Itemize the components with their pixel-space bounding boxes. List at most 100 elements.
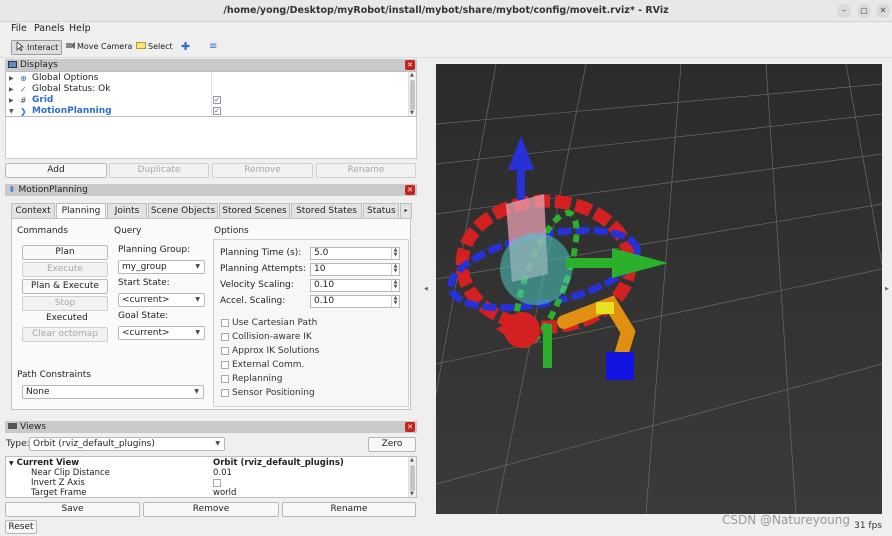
save-view-button[interactable]: Save bbox=[5, 502, 140, 517]
grid-icon: # bbox=[20, 96, 27, 105]
scroll-thumb[interactable] bbox=[410, 80, 415, 110]
tab-stored-scenes[interactable]: Stored Scenes bbox=[219, 203, 290, 218]
grid-enabled-checkbox[interactable]: ✓ bbox=[213, 96, 221, 104]
spin-arrows-icon[interactable]: ▲ ▼ bbox=[391, 264, 399, 275]
display-row-motionplanning[interactable]: ▼ ❯ MotionPlanning ✓ bbox=[6, 106, 410, 116]
collision-aware-ik-label: Collision-aware IK bbox=[232, 332, 312, 342]
remove-view-button[interactable]: Remove bbox=[143, 502, 279, 517]
target-frame-value[interactable]: world bbox=[213, 488, 236, 497]
planning-time-input[interactable]: 5.0 ▲ ▼ bbox=[310, 247, 400, 260]
tab-status[interactable]: Status bbox=[363, 203, 399, 218]
tab-scroll-right-icon[interactable]: ▸ bbox=[400, 203, 412, 218]
display-row-global-status[interactable]: ▶ ✓ Global Status: Ok bbox=[6, 84, 410, 95]
close-icon[interactable]: ✕ bbox=[405, 185, 415, 195]
current-view-label: Current View bbox=[16, 458, 80, 468]
spin-arrows-icon[interactable]: ▲ ▼ bbox=[391, 248, 399, 259]
collapse-arrow-icon[interactable]: ▼ bbox=[9, 460, 14, 467]
end-effector-box bbox=[606, 352, 634, 380]
interactive-marker-sphere[interactable] bbox=[500, 233, 572, 305]
goal-state-value: <current> bbox=[122, 328, 170, 338]
splitter-right-arrow-icon[interactable]: ▶ bbox=[885, 286, 889, 292]
maximize-button[interactable]: ▢ bbox=[857, 4, 871, 18]
tool-menu-button[interactable]: ≡ bbox=[206, 40, 220, 55]
menu-help[interactable]: Help bbox=[69, 23, 91, 34]
expand-arrow-icon[interactable]: ▶ bbox=[9, 73, 14, 84]
add-tool-button[interactable]: ✚ bbox=[178, 40, 193, 55]
plan-button[interactable]: Plan bbox=[22, 245, 108, 260]
collision-aware-ik-checkbox[interactable] bbox=[221, 333, 229, 341]
reset-button[interactable]: Reset bbox=[5, 520, 37, 534]
motionplanning-panel-header: ⇟ MotionPlanning ✕ bbox=[5, 184, 417, 196]
select-rect-icon bbox=[136, 41, 146, 49]
tab-context[interactable]: Context bbox=[11, 203, 55, 218]
interact-tool[interactable]: Interact bbox=[11, 40, 63, 55]
minimize-button[interactable]: – bbox=[837, 4, 851, 18]
chevron-down-icon: ▼ bbox=[194, 388, 199, 395]
close-icon[interactable]: ✕ bbox=[405, 60, 415, 70]
close-button[interactable]: ✕ bbox=[876, 4, 890, 18]
cursor-icon bbox=[15, 41, 25, 52]
expand-arrow-icon[interactable]: ▶ bbox=[9, 84, 14, 95]
tab-stored-states[interactable]: Stored States bbox=[291, 203, 362, 218]
views-scrollbar[interactable]: ▲ ▼ bbox=[408, 457, 416, 497]
goal-state-select[interactable]: <current> ▼ bbox=[118, 326, 205, 340]
rename-view-button[interactable]: Rename bbox=[282, 502, 416, 517]
view-type-select[interactable]: Orbit (rviz_default_plugins) ▼ bbox=[29, 437, 225, 451]
planning-attempts-value: 10 bbox=[314, 264, 326, 274]
displays-title: Displays bbox=[20, 60, 58, 70]
current-view-row[interactable]: ▼ Current View bbox=[9, 458, 79, 468]
splitter-left-arrow-icon[interactable]: ◀ bbox=[424, 286, 428, 292]
options-group: Planning Time (s): 5.0 ▲ ▼ Planning Attemp… bbox=[213, 239, 409, 407]
use-cartesian-path-checkbox[interactable] bbox=[221, 319, 229, 327]
menu-file[interactable]: File bbox=[11, 23, 27, 34]
tab-planning[interactable]: Planning bbox=[56, 203, 106, 219]
close-icon[interactable]: ✕ bbox=[405, 422, 415, 432]
scroll-up-icon[interactable]: ▲ bbox=[410, 72, 414, 78]
approx-ik-checkbox[interactable] bbox=[221, 347, 229, 355]
move-camera-tool[interactable]: Move Camera bbox=[62, 40, 135, 55]
path-constraints-select[interactable]: None ▼ bbox=[22, 385, 204, 399]
planning-attempts-input[interactable]: 10 ▲ ▼ bbox=[310, 263, 400, 276]
accel-scaling-input[interactable]: 0.10 ▲ ▼ bbox=[310, 295, 400, 308]
scroll-down-icon[interactable]: ▼ bbox=[410, 491, 414, 497]
expand-arrow-icon[interactable]: ▶ bbox=[9, 95, 14, 106]
stop-button[interactable]: Stop bbox=[22, 296, 108, 311]
zero-button[interactable]: Zero bbox=[368, 437, 416, 452]
plan-execute-button[interactable]: Plan & Execute bbox=[22, 279, 108, 294]
add-display-button[interactable]: Add bbox=[5, 163, 107, 178]
tab-joints[interactable]: Joints bbox=[107, 203, 147, 218]
select-tool[interactable]: Select bbox=[133, 40, 176, 55]
tab-scene-objects[interactable]: Scene Objects bbox=[148, 203, 218, 218]
use-cartesian-path-label: Use Cartesian Path bbox=[232, 318, 318, 328]
start-state-select[interactable]: <current> ▼ bbox=[118, 293, 205, 307]
velocity-scaling-input[interactable]: 0.10 ▲ ▼ bbox=[310, 279, 400, 292]
motionplanning-enabled-checkbox[interactable]: ✓ bbox=[213, 107, 221, 115]
replanning-checkbox[interactable] bbox=[221, 375, 229, 383]
duplicate-display-button[interactable]: Duplicate bbox=[109, 163, 209, 178]
display-row-global-options[interactable]: ▶ ⊕ Global Options bbox=[6, 73, 410, 84]
menu-panels[interactable]: Panels bbox=[34, 23, 65, 34]
x-axis-shaft[interactable] bbox=[566, 258, 614, 268]
execute-button[interactable]: Execute bbox=[22, 262, 108, 277]
display-row-grid[interactable]: ▶ # Grid ✓ bbox=[6, 95, 410, 106]
clear-octomap-button[interactable]: Clear octomap bbox=[22, 327, 108, 342]
rename-display-button[interactable]: Rename bbox=[316, 163, 416, 178]
scroll-up-icon[interactable]: ▲ bbox=[410, 457, 414, 463]
displays-scrollbar[interactable]: ▲ ▼ bbox=[408, 72, 416, 116]
sensor-positioning-checkbox[interactable] bbox=[221, 389, 229, 397]
scroll-thumb[interactable] bbox=[410, 465, 415, 491]
spin-arrows-icon[interactable]: ▲ ▼ bbox=[391, 280, 399, 291]
robot-joint-yellow bbox=[596, 302, 614, 314]
goal-state-label: Goal State: bbox=[118, 311, 169, 321]
external-comm-checkbox[interactable] bbox=[221, 361, 229, 369]
invert-z-checkbox[interactable] bbox=[213, 479, 221, 487]
collapse-arrow-icon[interactable]: ▼ bbox=[9, 106, 14, 116]
planning-group-select[interactable]: my_group ▼ bbox=[118, 260, 205, 274]
start-state-label: Start State: bbox=[118, 278, 170, 288]
display-label: Global Status: Ok bbox=[32, 84, 111, 94]
near-clip-value[interactable]: 0.01 bbox=[213, 468, 232, 478]
scroll-down-icon[interactable]: ▼ bbox=[410, 110, 414, 116]
remove-display-button[interactable]: Remove bbox=[212, 163, 313, 178]
spin-arrows-icon[interactable]: ▲ ▼ bbox=[391, 296, 399, 307]
3d-viewport[interactable] bbox=[436, 64, 882, 514]
